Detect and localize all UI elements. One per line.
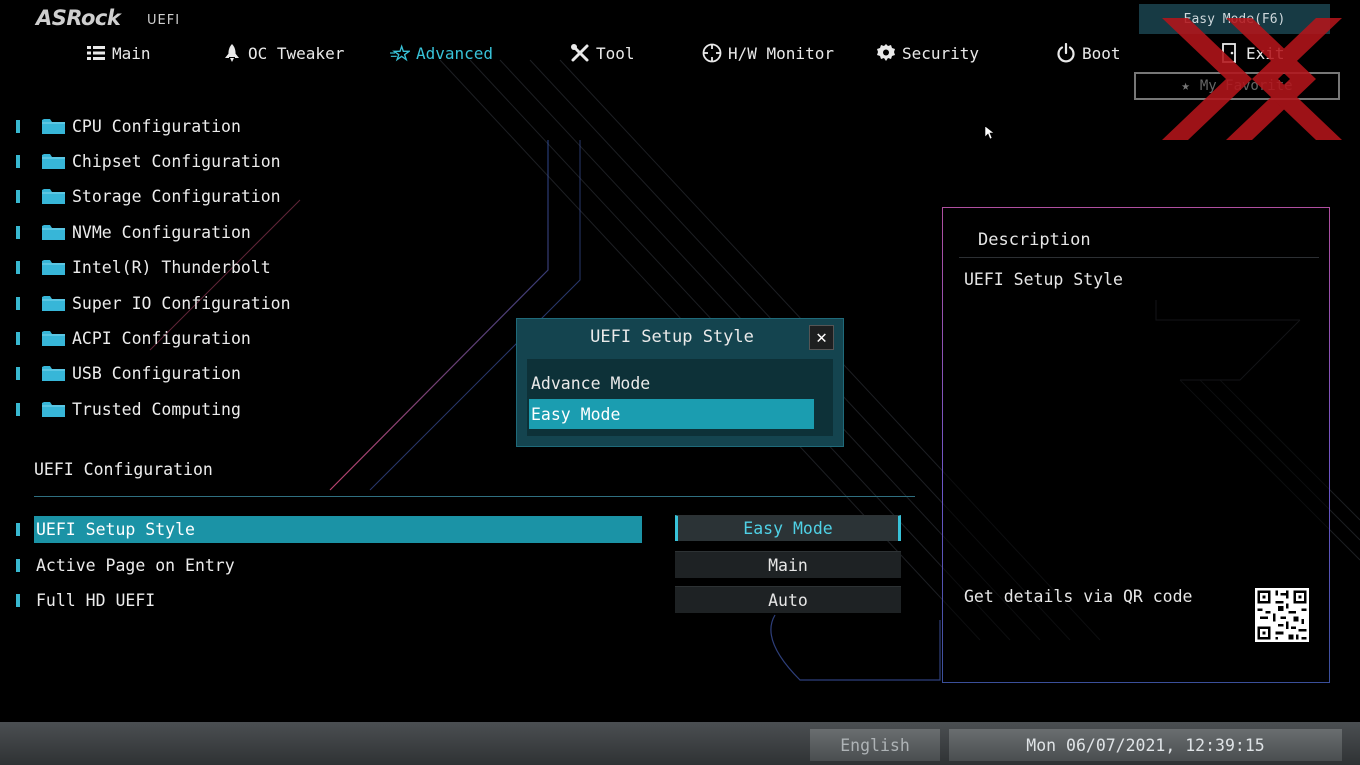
tab-main[interactable]: Main bbox=[86, 42, 151, 64]
menu-item-label: USB Configuration bbox=[72, 363, 241, 383]
folder-icon bbox=[42, 119, 65, 134]
menu-item-trusted-computing[interactable]: Trusted Computing bbox=[12, 396, 241, 422]
description-panel: Description UEFI Setup Style Get details… bbox=[942, 207, 1330, 683]
option-active-page-on-entry[interactable]: Active Page on Entry bbox=[12, 551, 642, 579]
folder-icon bbox=[42, 154, 65, 169]
section-title: UEFI Configuration bbox=[34, 460, 213, 479]
bullet bbox=[16, 260, 20, 274]
tab-label: Boot bbox=[1082, 43, 1121, 63]
tab-boot[interactable]: Boot bbox=[1056, 42, 1121, 64]
tab-hw-monitor[interactable]: H/W Monitor bbox=[702, 42, 834, 64]
tab-tool[interactable]: Tool bbox=[570, 42, 635, 64]
description-divider bbox=[959, 257, 1319, 258]
option-full-hd-uefi[interactable]: Full HD UEFI bbox=[12, 586, 642, 614]
date-time-display: Mon 06/07/2021, 12:39:15 bbox=[949, 729, 1342, 761]
menu-item-label: Intel(R) Thunderbolt bbox=[72, 257, 271, 277]
tools-icon bbox=[570, 43, 590, 63]
setup-style-popup: UEFI Setup Style ✕ Advance Mode Easy Mod… bbox=[516, 318, 844, 447]
option-label: UEFI Setup Style bbox=[34, 515, 642, 543]
star-icon: ★ bbox=[1181, 78, 1190, 94]
brand-suffix: UEFI bbox=[147, 13, 181, 28]
bullet bbox=[16, 189, 20, 203]
value-active-page-on-entry[interactable]: Main bbox=[675, 551, 901, 578]
shield-icon bbox=[876, 43, 896, 63]
language-button[interactable]: English bbox=[810, 729, 940, 761]
brand-logo: ASRock bbox=[36, 6, 121, 30]
popup-option-advance-mode[interactable]: Advance Mode bbox=[529, 368, 814, 398]
exit-door-icon bbox=[1220, 43, 1240, 63]
bullet bbox=[16, 593, 20, 607]
bullet bbox=[16, 154, 20, 168]
tab-label: Security bbox=[902, 43, 980, 63]
tab-label: Main bbox=[112, 43, 151, 63]
tab-label: OC Tweaker bbox=[248, 43, 345, 63]
menu-item-label: ACPI Configuration bbox=[72, 328, 251, 348]
close-button[interactable]: ✕ bbox=[809, 325, 834, 350]
menu-item-label: Chipset Configuration bbox=[72, 151, 281, 171]
option-label: Active Page on Entry bbox=[36, 555, 235, 575]
rocket-icon bbox=[222, 43, 242, 63]
menu-item-chipset-configuration[interactable]: Chipset Configuration bbox=[12, 148, 281, 174]
value-uefi-setup-style[interactable]: Easy Mode bbox=[675, 515, 901, 541]
favorite-label: My Favorite bbox=[1199, 78, 1293, 94]
folder-icon bbox=[42, 402, 65, 417]
menu-item-label: CPU Configuration bbox=[72, 116, 241, 136]
menu-item-label: Trusted Computing bbox=[72, 399, 241, 419]
menu-item-storage-configuration[interactable]: Storage Configuration bbox=[12, 183, 281, 209]
bullet bbox=[16, 558, 20, 572]
menu-item-label: NVMe Configuration bbox=[72, 222, 251, 242]
qr-caption: Get details via QR code bbox=[964, 587, 1193, 606]
option-label: Full HD UEFI bbox=[36, 590, 156, 610]
list-icon bbox=[86, 43, 106, 63]
bullet bbox=[16, 225, 20, 239]
value-full-hd-uefi[interactable]: Auto bbox=[675, 586, 901, 613]
bullet bbox=[16, 366, 20, 380]
bullet bbox=[16, 296, 20, 310]
description-title: Description bbox=[978, 230, 1091, 250]
folder-icon bbox=[42, 189, 65, 204]
bullet bbox=[16, 119, 20, 133]
bullet bbox=[16, 402, 20, 416]
menu-item-acpi-configuration[interactable]: ACPI Configuration bbox=[12, 325, 251, 351]
section-divider bbox=[34, 496, 915, 497]
menu-item-nvme-configuration[interactable]: NVMe Configuration bbox=[12, 219, 251, 245]
folder-icon bbox=[42, 296, 65, 311]
tab-oc-tweaker[interactable]: OC Tweaker bbox=[222, 42, 344, 64]
mouse-cursor-icon bbox=[985, 126, 995, 140]
bullet bbox=[16, 331, 20, 345]
menu-item-thunderbolt[interactable]: Intel(R) Thunderbolt bbox=[12, 254, 271, 280]
folder-icon bbox=[42, 225, 65, 240]
tab-label: H/W Monitor bbox=[728, 43, 834, 63]
tab-label: Advanced bbox=[416, 43, 494, 63]
tab-label: Tool bbox=[596, 43, 635, 63]
my-favorite-button[interactable]: ★ My Favorite bbox=[1134, 72, 1340, 100]
qr-code-icon bbox=[1255, 588, 1309, 642]
tab-exit[interactable]: Exit bbox=[1220, 42, 1285, 64]
menu-item-label: Super IO Configuration bbox=[72, 293, 291, 313]
power-icon bbox=[1056, 43, 1076, 63]
close-icon: ✕ bbox=[816, 327, 827, 348]
menu-item-cpu-configuration[interactable]: CPU Configuration bbox=[12, 113, 241, 139]
menu-item-usb-configuration[interactable]: USB Configuration bbox=[12, 360, 241, 386]
tab-label: Exit bbox=[1246, 43, 1285, 63]
menu-item-label: Storage Configuration bbox=[72, 186, 281, 206]
description-text: UEFI Setup Style bbox=[964, 270, 1123, 289]
popup-title: UEFI Setup Style bbox=[590, 327, 754, 347]
tab-advanced[interactable]: Advanced bbox=[390, 42, 493, 64]
easy-mode-button[interactable]: Easy Mode(F6) bbox=[1139, 4, 1330, 34]
star-icon bbox=[390, 43, 410, 63]
bullet bbox=[16, 522, 20, 536]
tab-security[interactable]: Security bbox=[876, 42, 979, 64]
menu-item-super-io-configuration[interactable]: Super IO Configuration bbox=[12, 290, 291, 316]
popup-option-easy-mode[interactable]: Easy Mode bbox=[529, 399, 814, 429]
folder-icon bbox=[42, 260, 65, 275]
folder-icon bbox=[42, 331, 65, 346]
folder-icon bbox=[42, 366, 65, 381]
option-uefi-setup-style[interactable]: UEFI Setup Style bbox=[12, 515, 642, 543]
monitor-icon bbox=[702, 43, 722, 63]
